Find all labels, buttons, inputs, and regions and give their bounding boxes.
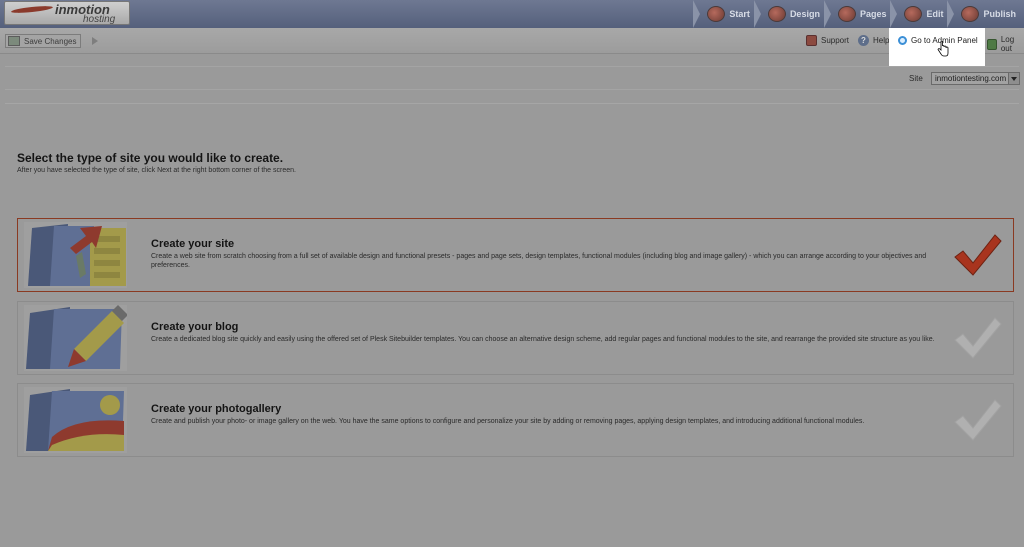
checkmark-unselected-icon xyxy=(954,317,1002,359)
option-create-blog[interactable]: Create your blog Create a dedicated blog… xyxy=(17,301,1014,375)
admin-panel-icon xyxy=(898,36,907,45)
site-dropdown[interactable]: inmotiontesting.com xyxy=(931,72,1020,85)
logo-swoosh-icon xyxy=(10,4,54,15)
step-separator xyxy=(823,0,831,28)
top-header: inmotion hosting Start Design Pages Edit… xyxy=(0,0,1024,28)
support-label: Support xyxy=(821,36,850,45)
help-label: Help xyxy=(873,36,890,45)
wizard-step-design[interactable]: Design xyxy=(753,0,828,28)
wizard-step-publish[interactable]: Publish xyxy=(947,0,1024,28)
option-description: Create a web site from scratch choosing … xyxy=(151,253,927,269)
page-title: Select the type of site you would like t… xyxy=(17,151,284,165)
design-icon xyxy=(767,6,786,22)
publish-icon xyxy=(961,6,980,22)
hand-cursor-icon xyxy=(937,41,949,57)
option-create-photogallery[interactable]: Create your photogallery Create and publ… xyxy=(17,383,1014,457)
site-label: Site xyxy=(909,74,923,83)
chevron-down-icon xyxy=(1008,73,1019,84)
toolbar: Save Changes Support ? Help Log out xyxy=(0,28,1024,54)
inmotion-hosting-logo[interactable]: inmotion hosting xyxy=(4,1,130,25)
divider xyxy=(5,103,1019,104)
option-title: Create your photogallery xyxy=(151,403,282,415)
admin-panel-highlight: Go to Admin Panel xyxy=(889,28,985,66)
wizard-step-label: Pages xyxy=(859,9,887,19)
help-icon: ? xyxy=(858,35,869,46)
step-separator xyxy=(753,0,761,28)
save-changes-label: Save Changes xyxy=(24,36,77,46)
wizard-step-label: Design xyxy=(789,9,820,19)
edit-icon xyxy=(904,6,923,22)
save-changes-button[interactable]: Save Changes xyxy=(5,34,82,48)
site-dropdown-value: inmotiontesting.com xyxy=(935,74,1007,83)
option-title: Create your site xyxy=(151,238,235,250)
logout-icon xyxy=(987,38,997,50)
checkmark-unselected-icon xyxy=(954,399,1002,441)
option-title: Create your blog xyxy=(151,321,239,333)
wizard-step-pages[interactable]: Pages xyxy=(823,0,895,28)
wizard-step-edit[interactable]: Edit xyxy=(890,0,951,28)
logo-sub-text: hosting xyxy=(83,14,116,25)
support-icon xyxy=(806,35,817,46)
support-link[interactable]: Support xyxy=(806,35,849,46)
logout-link[interactable]: Log out xyxy=(987,35,1024,53)
option-description: Create a dedicated blog site quickly and… xyxy=(151,336,935,343)
play-icon[interactable] xyxy=(92,37,98,45)
option-create-site[interactable]: Create your site Create a web site from … xyxy=(17,218,1014,292)
page-instructions: After you have selected the type of site… xyxy=(17,167,296,174)
logout-label: Log out xyxy=(1000,35,1015,53)
pages-icon xyxy=(837,6,856,22)
checkmark-selected-icon xyxy=(954,234,1002,276)
wizard-step-label: Start xyxy=(729,9,750,19)
start-icon xyxy=(707,6,726,22)
step-separator xyxy=(947,0,955,28)
step-separator xyxy=(890,0,898,28)
site-selector-bar: Site inmotiontesting.com xyxy=(5,66,1020,90)
wizard-step-label: Edit xyxy=(926,9,944,19)
save-icon xyxy=(8,36,20,46)
step-separator xyxy=(693,0,701,28)
create-site-illustration-icon xyxy=(24,222,127,288)
create-blog-illustration-icon xyxy=(24,305,127,371)
wizard-step-label: Publish xyxy=(983,9,1016,19)
wizard-steps: Start Design Pages Edit Publish xyxy=(693,0,1024,28)
option-description: Create and publish your photo- or image … xyxy=(151,418,865,425)
create-photogallery-illustration-icon xyxy=(24,387,127,453)
help-link[interactable]: ? Help xyxy=(858,35,889,46)
wizard-step-start[interactable]: Start xyxy=(693,0,758,28)
